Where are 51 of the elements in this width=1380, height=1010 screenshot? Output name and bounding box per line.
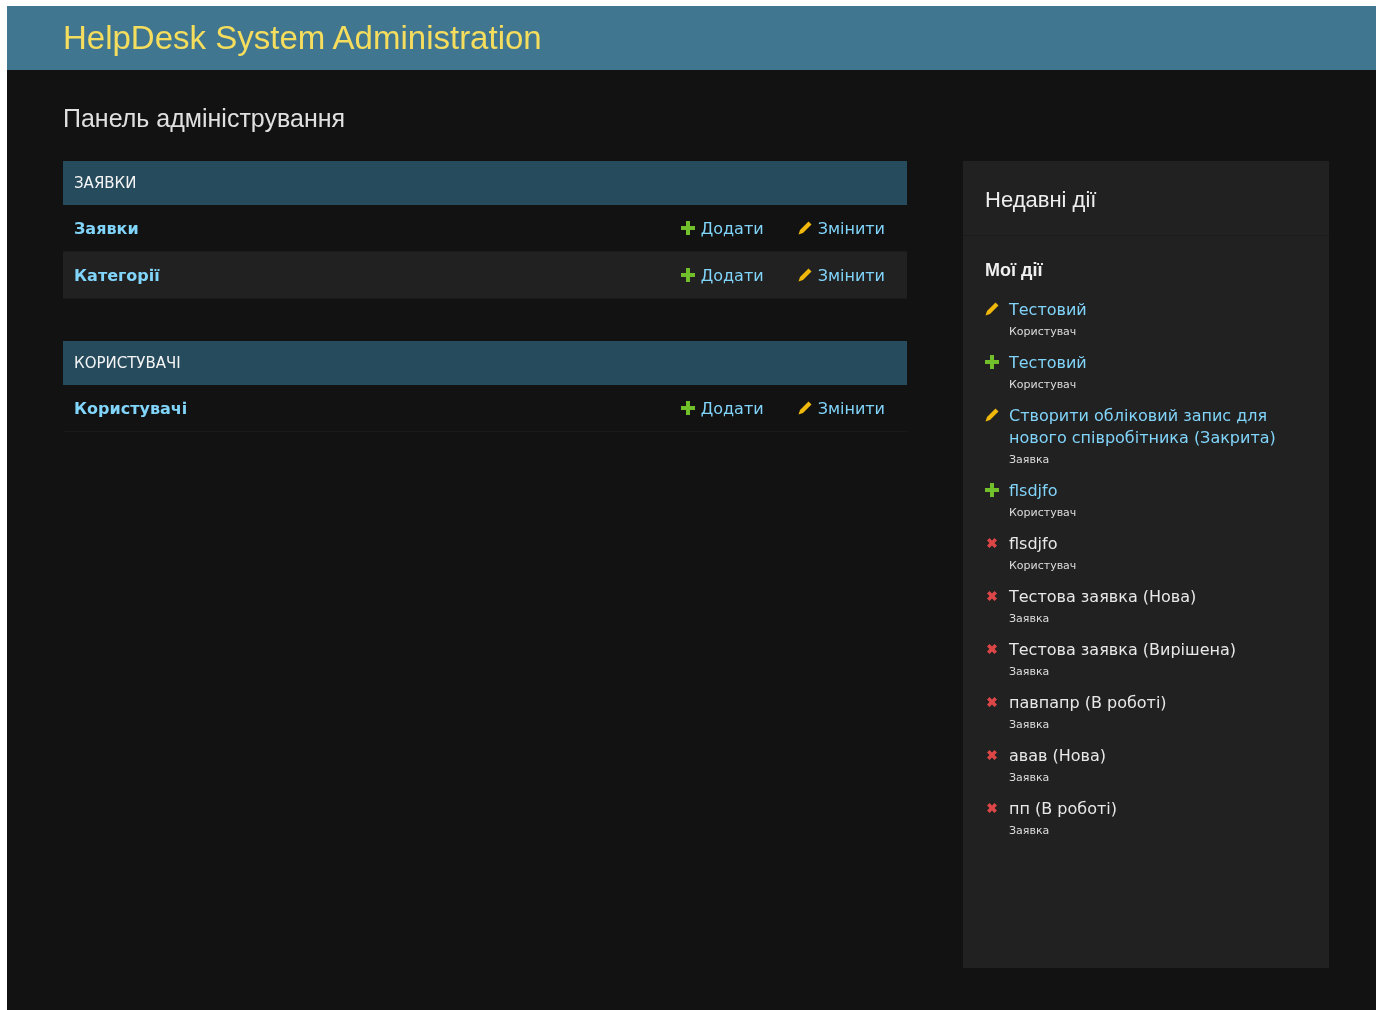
object-type: Користувач — [1009, 559, 1077, 572]
pencil-icon — [797, 221, 812, 235]
pencil-icon — [985, 302, 999, 316]
action-label: авав (Нова) — [1009, 745, 1107, 767]
panel-title: Недавні дії — [963, 161, 1329, 236]
action-link[interactable]: Створити обліковий запис для нового співробітника (Закрита) — [1009, 405, 1307, 449]
pencil-icon — [985, 408, 999, 422]
change-link[interactable]: Змінити — [797, 398, 885, 418]
action-label: пп (В роботі) — [1009, 798, 1117, 820]
action-link[interactable]: Тестовий — [1009, 352, 1087, 374]
object-type: Заявка — [1009, 824, 1051, 837]
cross-icon — [985, 589, 999, 603]
site-title[interactable]: HelpDesk System Administration — [63, 19, 542, 57]
cross-icon — [985, 748, 999, 762]
action-label: павпапр (В роботі) — [1009, 692, 1167, 714]
cross-icon — [985, 801, 999, 815]
object-type: Користувач — [1009, 378, 1078, 391]
object-type: Заявка — [1009, 665, 1051, 678]
object-type: Заявка — [1009, 612, 1051, 625]
object-type: Заявка — [1009, 453, 1051, 466]
action-link[interactable]: Тестовий — [1009, 299, 1087, 321]
plus-icon — [985, 483, 999, 497]
cross-icon — [985, 642, 999, 656]
pencil-icon — [797, 401, 812, 415]
model-link[interactable]: Користувачі — [74, 398, 188, 418]
action-link[interactable]: flsdjfo — [1009, 480, 1077, 502]
model-link[interactable]: Заявки — [74, 218, 139, 238]
pencil-icon — [797, 268, 812, 282]
action-label: Тестова заявка (Вирішена) — [1009, 639, 1236, 661]
add-link[interactable]: Додати — [680, 218, 764, 238]
object-type: Заявка — [1009, 718, 1051, 731]
add-link[interactable]: Додати — [680, 265, 764, 285]
object-type: Користувач — [1009, 325, 1078, 338]
plus-icon — [985, 355, 999, 369]
object-type: Користувач — [1009, 506, 1077, 519]
model-link[interactable]: Категорії — [74, 265, 160, 285]
action-label: flsdjfo — [1009, 533, 1059, 555]
plus-icon — [680, 401, 695, 415]
page-title: Панель адміністрування — [63, 104, 347, 133]
action-label: Тестова заявка (Нова) — [1009, 586, 1197, 608]
plus-icon — [680, 268, 695, 282]
section-heading: Мої дії — [985, 260, 1044, 281]
module-caption: КОРИСТУВАЧІ — [63, 341, 907, 385]
plus-icon — [680, 221, 695, 235]
module-caption: ЗАЯВКИ — [63, 161, 907, 205]
change-link[interactable]: Змінити — [797, 265, 885, 285]
cross-icon — [985, 536, 999, 550]
change-link[interactable]: Змінити — [797, 218, 885, 238]
object-type: Заявка — [1009, 771, 1051, 784]
add-link[interactable]: Додати — [680, 398, 764, 418]
cross-icon — [985, 695, 999, 709]
